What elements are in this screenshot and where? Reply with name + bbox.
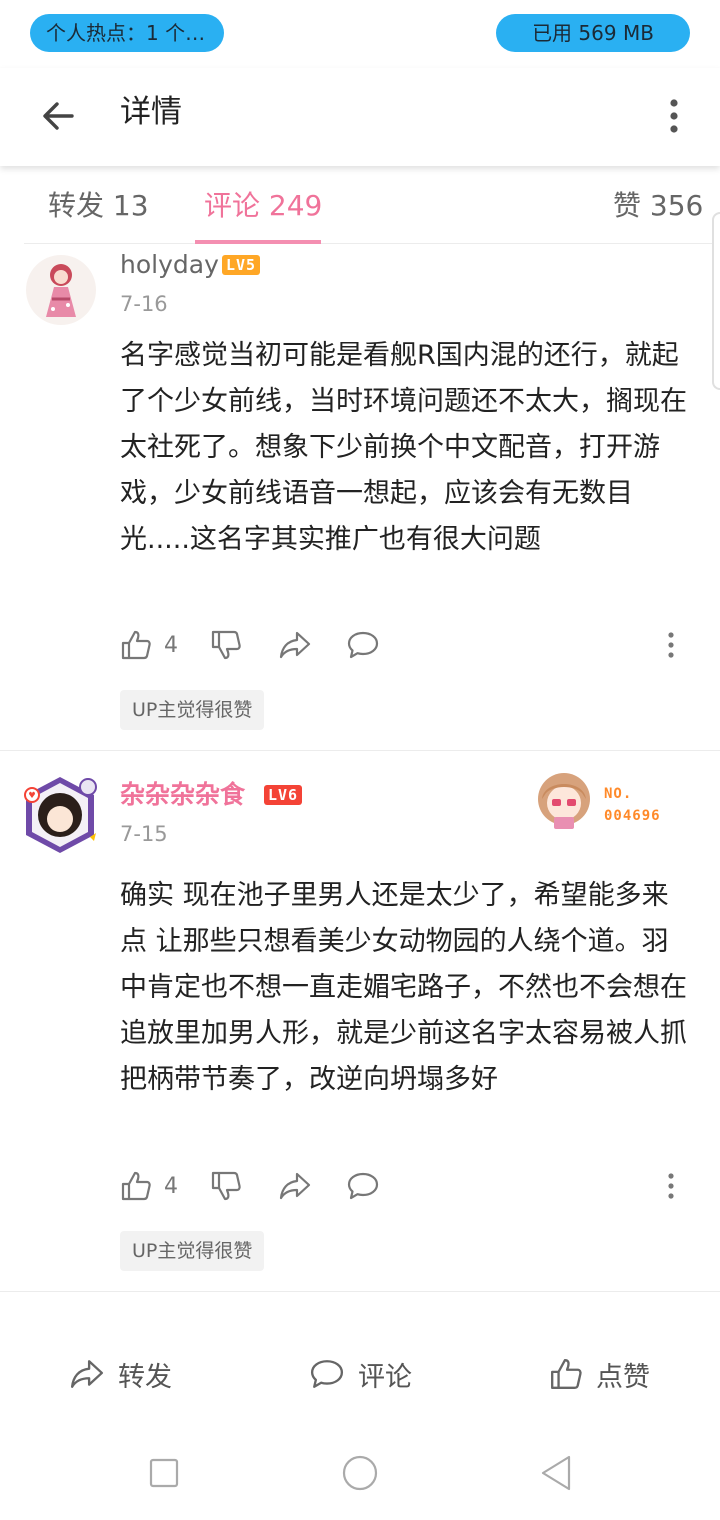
chat-bubble-icon bbox=[347, 631, 379, 659]
more-vertical-icon bbox=[668, 632, 674, 658]
comment-username[interactable]: holyday bbox=[120, 247, 219, 283]
level-badge: LV6 bbox=[264, 785, 303, 805]
avatar[interactable] bbox=[18, 773, 102, 857]
thumb-down-icon bbox=[211, 630, 241, 660]
page-title: 详情 bbox=[120, 94, 182, 130]
tab-repost[interactable]: 转发 13 bbox=[48, 186, 149, 226]
comment-date: 7-15 bbox=[120, 822, 168, 846]
active-tab-indicator bbox=[195, 240, 321, 244]
like-count: 4 bbox=[164, 1173, 178, 1199]
square-icon bbox=[149, 1458, 179, 1488]
dislike-button[interactable] bbox=[210, 625, 242, 665]
app-bar: 详情 bbox=[0, 68, 720, 166]
fan-avatar-icon bbox=[538, 773, 590, 829]
comment-date: 7-16 bbox=[120, 292, 168, 316]
hotspot-indicator[interactable]: 个人热点：1 个连… bbox=[30, 14, 224, 52]
reply-button[interactable] bbox=[346, 625, 380, 665]
bottom-repost-label: 转发 bbox=[118, 1361, 172, 1393]
bottom-like-button[interactable]: 点赞 bbox=[548, 1354, 650, 1394]
comment-more-button[interactable] bbox=[666, 625, 676, 665]
home-button[interactable] bbox=[336, 1449, 384, 1497]
chat-bubble-icon bbox=[347, 1172, 379, 1200]
divider bbox=[0, 1291, 720, 1292]
system-nav-bar bbox=[0, 1427, 720, 1520]
status-bar: 个人热点：1 个连… 已用 569 MB bbox=[0, 0, 720, 68]
bottom-comment-button[interactable]: 评论 bbox=[308, 1354, 720, 1394]
dislike-button[interactable] bbox=[210, 1166, 242, 1206]
comment-item: holyday LV5 7-16 名字感觉当初可能是看舰R国内混的还行，就起了个… bbox=[0, 245, 720, 750]
comment-item: 杂杂杂杂食 LV6 NO. 004696 7-15 确实 现在池子里男人还是太少… bbox=[0, 751, 720, 1291]
share-button[interactable] bbox=[278, 625, 312, 665]
screen: 个人热点：1 个连… 已用 569 MB 详情 转发 13 评论 249 赞 3… bbox=[0, 0, 720, 1520]
avatar[interactable] bbox=[26, 255, 96, 325]
more-options-button[interactable] bbox=[652, 88, 696, 144]
triangle-back-icon bbox=[541, 1455, 571, 1491]
bottom-action-bar: 转发 评论 点赞 bbox=[0, 1322, 720, 1427]
comment-text: 确实 现在池子里男人还是太少了，希望能多来点 让那些只想看美少女动物园的人绕个道… bbox=[120, 880, 687, 1095]
up-liked-badge: UP主觉得很赞 bbox=[120, 1231, 265, 1271]
fan-medal-label: NO. 004696 bbox=[604, 786, 661, 824]
comment-actions: 4 bbox=[120, 625, 700, 665]
like-count: 4 bbox=[164, 632, 178, 658]
tab-bar: 转发 13 评论 249 赞 356 bbox=[24, 166, 720, 244]
level-badge: LV5 bbox=[222, 255, 261, 275]
thumb-up-icon bbox=[551, 1359, 582, 1389]
memory-indicator[interactable]: 已用 569 MB bbox=[496, 14, 690, 52]
share-arrow-icon bbox=[279, 1172, 311, 1200]
thumb-up-icon bbox=[121, 630, 151, 660]
system-back-button[interactable] bbox=[532, 1449, 580, 1497]
share-arrow-icon bbox=[279, 631, 311, 659]
arrow-left-icon bbox=[43, 102, 74, 130]
more-vertical-icon bbox=[670, 99, 678, 133]
comment-actions: 4 bbox=[120, 1166, 700, 1206]
thumb-down-icon bbox=[211, 1171, 241, 1201]
up-liked-badge: UP主觉得很赞 bbox=[120, 690, 265, 730]
bottom-comment-label: 评论 bbox=[358, 1361, 412, 1393]
tab-comments[interactable]: 评论 249 bbox=[204, 186, 322, 226]
like-button[interactable]: 4 bbox=[120, 1166, 178, 1206]
comment-username[interactable]: 杂杂杂杂食 bbox=[120, 777, 245, 813]
circle-icon bbox=[342, 1455, 378, 1491]
back-button[interactable] bbox=[30, 88, 86, 144]
chat-bubble-icon bbox=[310, 1360, 344, 1388]
recent-apps-button[interactable] bbox=[140, 1449, 188, 1497]
share-button[interactable] bbox=[278, 1166, 312, 1206]
bottom-like-label: 点赞 bbox=[596, 1361, 650, 1393]
bottom-repost-button[interactable]: 转发 bbox=[68, 1354, 172, 1394]
thumb-up-icon bbox=[121, 1171, 151, 1201]
tab-likes[interactable]: 赞 356 bbox=[613, 186, 703, 226]
like-button[interactable]: 4 bbox=[120, 625, 178, 665]
reply-button[interactable] bbox=[346, 1166, 380, 1206]
more-vertical-icon bbox=[668, 1173, 674, 1199]
comment-text: 名字感觉当初可能是看舰R国内混的还行，就起了个少女前线，当时环境问题还不太大，搁… bbox=[120, 340, 687, 555]
fan-medal-badge[interactable]: NO. 004696 bbox=[530, 769, 680, 833]
comment-more-button[interactable] bbox=[666, 1166, 676, 1206]
share-arrow-icon bbox=[70, 1360, 104, 1388]
